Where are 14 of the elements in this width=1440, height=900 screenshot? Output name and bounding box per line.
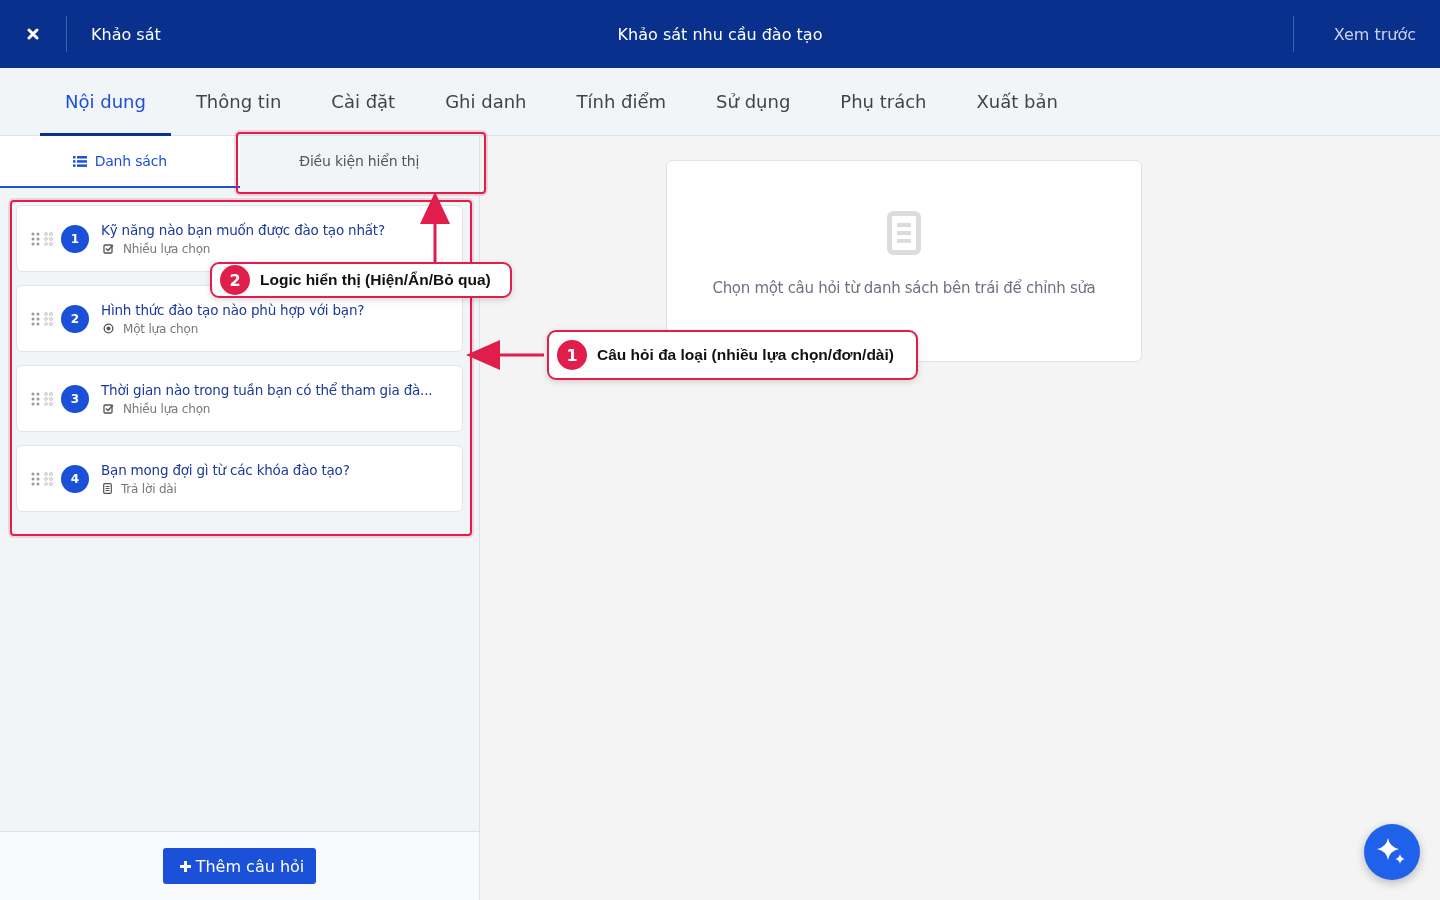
section-title: Khảo sát [91, 24, 161, 44]
step-number: 2 [220, 265, 250, 295]
number-badge: 2 [61, 304, 89, 333]
number-badge: 3 [61, 384, 89, 413]
callout-text: Câu hỏi đa loại (nhiều lựa chọn/đơn/dài) [597, 346, 894, 364]
number-badge: 1 [61, 224, 89, 253]
question-type: Trả lời dài [121, 481, 177, 496]
survey-title: Khảo sát nhu cầu đào tạo [617, 24, 823, 44]
number-badge: 4 [61, 464, 89, 493]
empty-state-text: Chọn một câu hỏi từ danh sách bên trái để chỉnh sửa [712, 279, 1096, 297]
question-type: Một lựa chọn [123, 321, 199, 336]
question-type: Nhiều lựa chọn [123, 401, 211, 416]
step-number: 1 [557, 340, 587, 370]
question-type: Nhiều lựa chọn [123, 241, 211, 256]
